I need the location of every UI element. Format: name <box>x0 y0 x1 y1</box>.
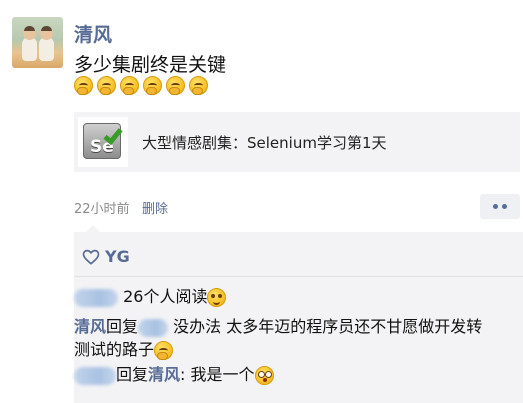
post-emoji-row <box>74 76 208 95</box>
post-author-name[interactable]: 清风 <box>74 20 112 47</box>
comment-reply[interactable]: 回复清风: 我是一个 <box>74 363 274 386</box>
comment-text: 26个人阅读 <box>123 287 208 306</box>
grin-emoji-icon <box>207 288 227 307</box>
comment-text: 没办法 太多年迈的程序员还不甘愿做开发转 <box>173 317 483 336</box>
blurred-username[interactable] <box>138 318 169 337</box>
reply-word: 回复 <box>116 365 149 384</box>
like-user-name[interactable]: YG <box>105 247 130 266</box>
thinking-emoji-icon <box>154 341 174 360</box>
comment-author[interactable]: 清风 <box>74 317 106 336</box>
shared-link-card[interactable]: Se 大型情感剧集：Selenium学习第1天 <box>74 112 520 172</box>
dizzy-emoji-icon <box>254 366 274 385</box>
post-timestamp: 22小时前 <box>74 202 130 217</box>
thinking-emoji-icon <box>97 76 116 95</box>
comments-panel: YG 26个人阅读 清风回复 没办法 太多年迈的程序员还不甘愿做开发转 测试的路… <box>74 225 523 403</box>
blurred-username[interactable] <box>74 366 116 385</box>
comment-reply-continued[interactable]: 测试的路子 <box>74 338 174 361</box>
reply-target-name[interactable]: 清风 <box>148 365 180 384</box>
link-thumbnail: Se <box>78 117 128 167</box>
more-dot-icon <box>502 204 507 209</box>
thinking-emoji-icon <box>120 76 139 95</box>
divider <box>74 276 523 277</box>
likes-row: YG <box>82 247 130 266</box>
comment-text: 测试的路子 <box>74 340 155 359</box>
heart-outline-icon <box>82 249 100 265</box>
comment-text: : 我是一个 <box>180 365 255 384</box>
thinking-emoji-icon <box>166 76 185 95</box>
blurred-username[interactable] <box>74 288 118 307</box>
comment-reply[interactable]: 清风回复 没办法 太多年迈的程序员还不甘愿做开发转 <box>74 315 482 338</box>
thinking-emoji-icon <box>74 76 93 95</box>
more-dot-icon <box>493 204 498 209</box>
reply-word: 回复 <box>106 317 139 336</box>
post-text: 多少集剧终是关键 <box>74 54 227 76</box>
avatar-figure <box>22 26 37 61</box>
link-title: 大型情感剧集：Selenium学习第1天 <box>142 134 387 152</box>
avatar-figure <box>39 26 54 61</box>
more-actions-button[interactable] <box>480 194 520 219</box>
delete-button[interactable]: 删除 <box>142 198 168 217</box>
selenium-logo-icon: Se <box>83 123 123 159</box>
comment-read-count[interactable]: 26个人阅读 <box>74 285 227 308</box>
thinking-emoji-icon <box>143 76 162 95</box>
thinking-emoji-icon <box>189 76 208 95</box>
user-avatar[interactable] <box>12 17 63 68</box>
